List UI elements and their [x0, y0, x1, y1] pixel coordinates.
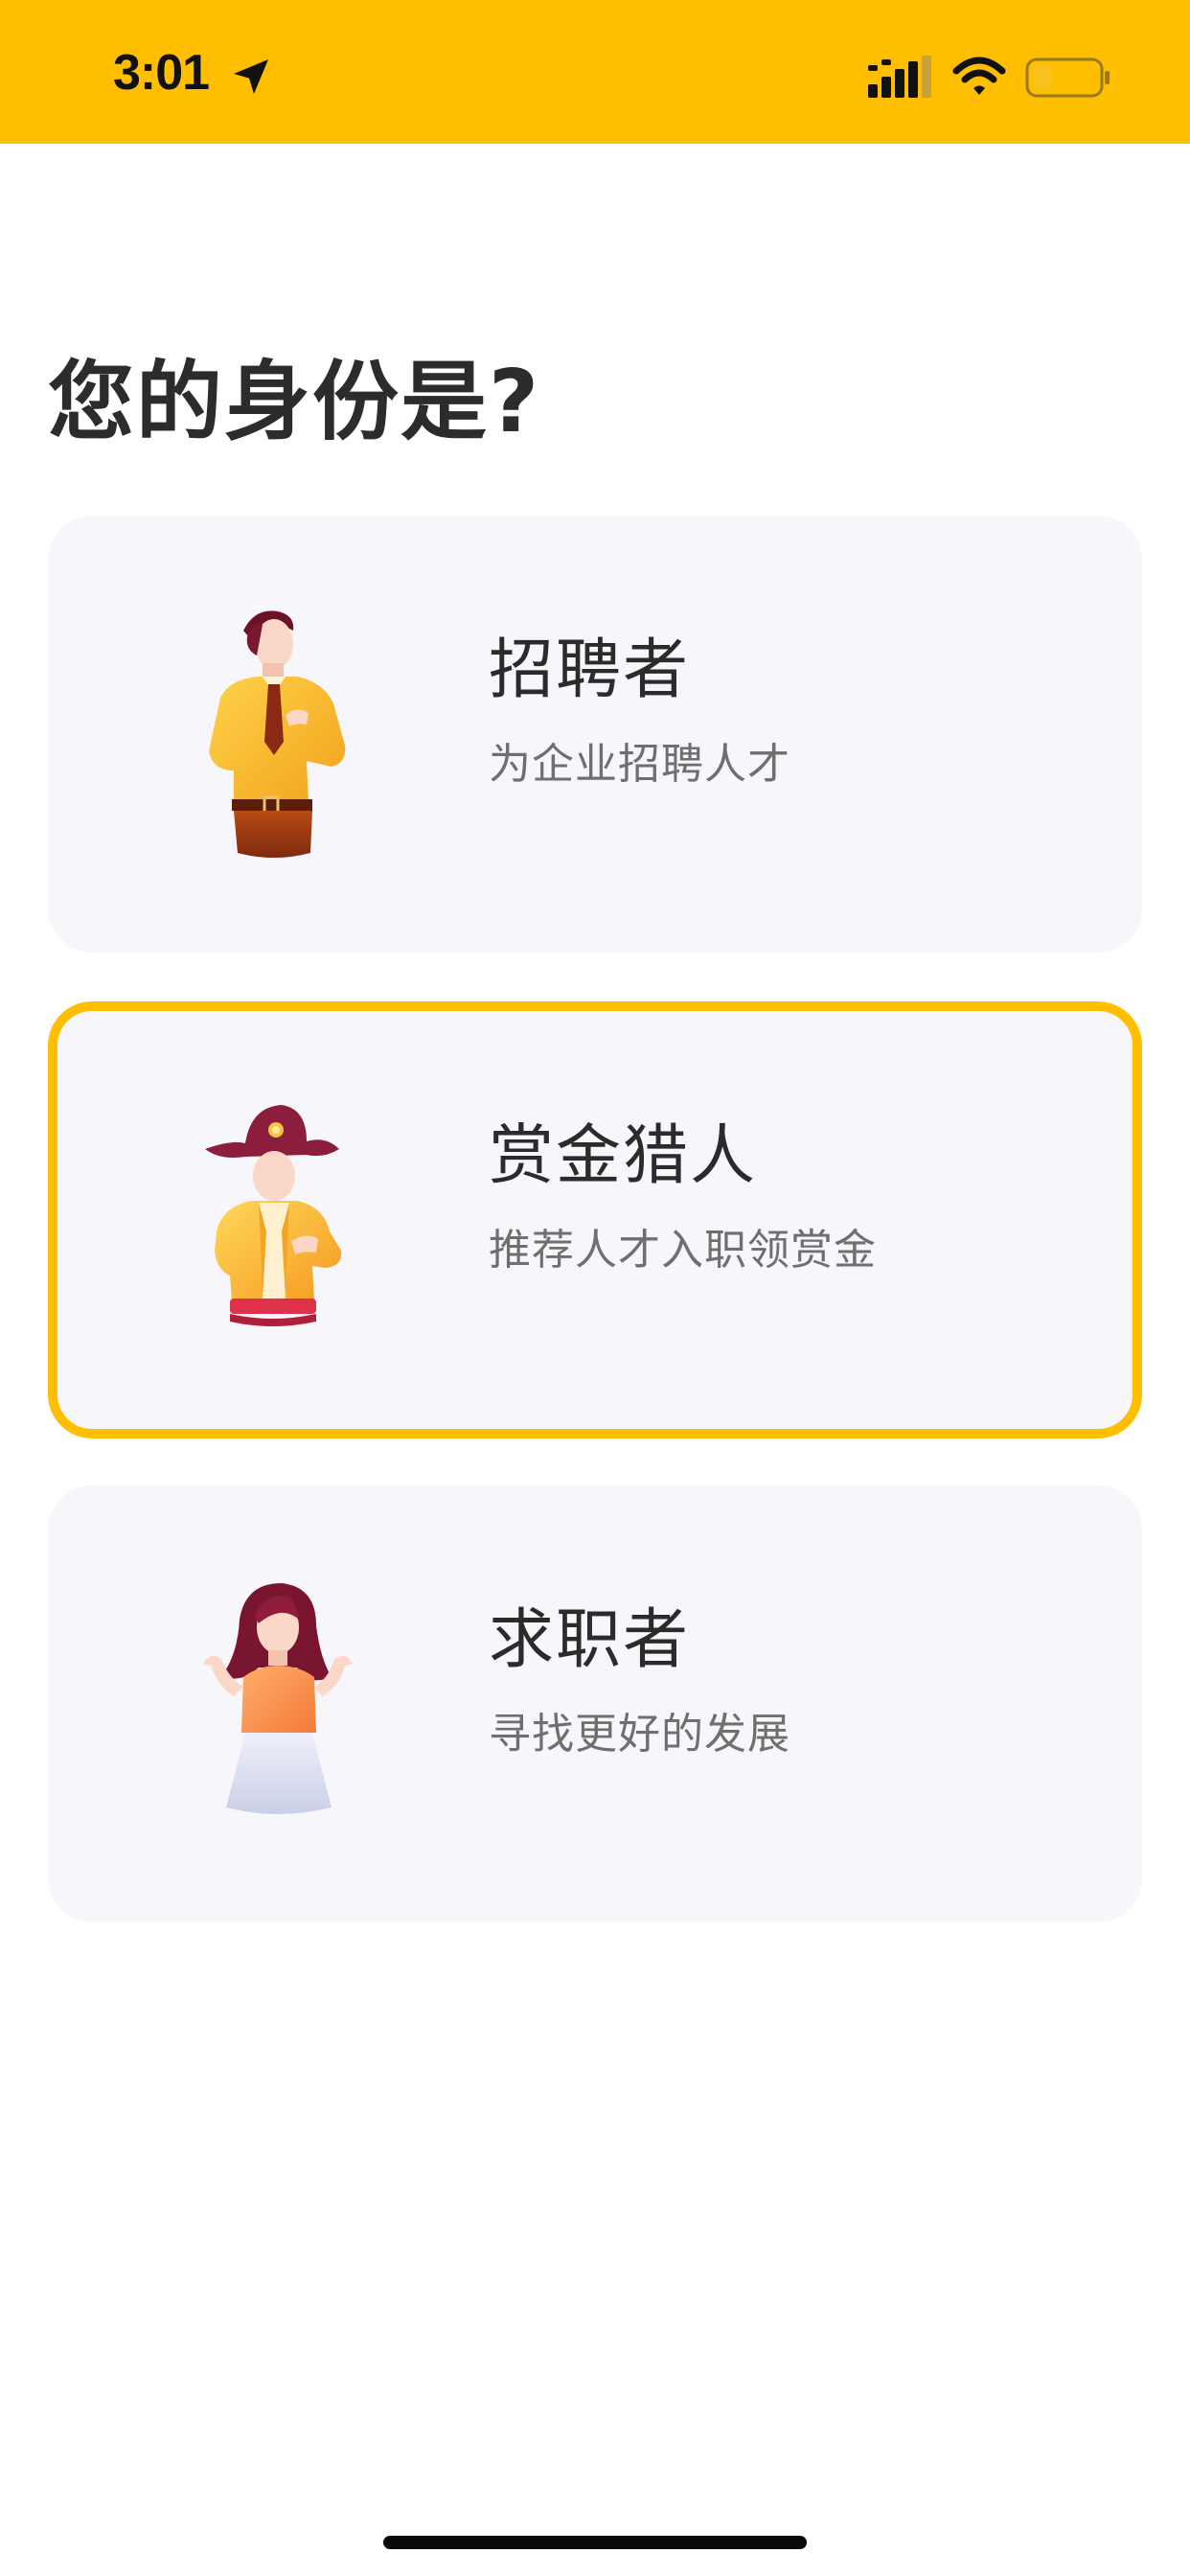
status-bar: 3:01	[0, 0, 1190, 144]
role-description: 为企业招聘人才	[489, 740, 790, 789]
home-indicator[interactable]	[383, 2536, 807, 2549]
role-card-job-seeker[interactable]: 求职者 寻找更好的发展	[48, 1485, 1142, 1922]
role-card-bounty-hunter[interactable]: 赏金猎人 推荐人才入职领赏金	[48, 1001, 1142, 1438]
job-seeker-illustration	[203, 1583, 353, 1814]
page-title: 您的身份是?	[48, 352, 541, 452]
wifi-icon	[952, 57, 1006, 95]
role-name: 赏金猎人	[489, 1118, 758, 1194]
location-arrow-icon	[234, 59, 268, 94]
status-time: 3:01	[113, 45, 210, 101]
role-card-recruiter[interactable]: 招聘者 为企业招聘人才	[48, 516, 1142, 953]
role-name: 招聘者	[489, 632, 691, 708]
role-description: 寻找更好的发展	[489, 1710, 790, 1759]
cellular-signal-icon	[868, 56, 931, 98]
bounty-hunter-illustration	[205, 1105, 342, 1326]
recruiter-illustration	[209, 610, 346, 858]
role-name: 求职者	[489, 1602, 691, 1678]
role-description: 推荐人才入职领赏金	[489, 1226, 877, 1275]
battery-icon	[1025, 58, 1110, 98]
